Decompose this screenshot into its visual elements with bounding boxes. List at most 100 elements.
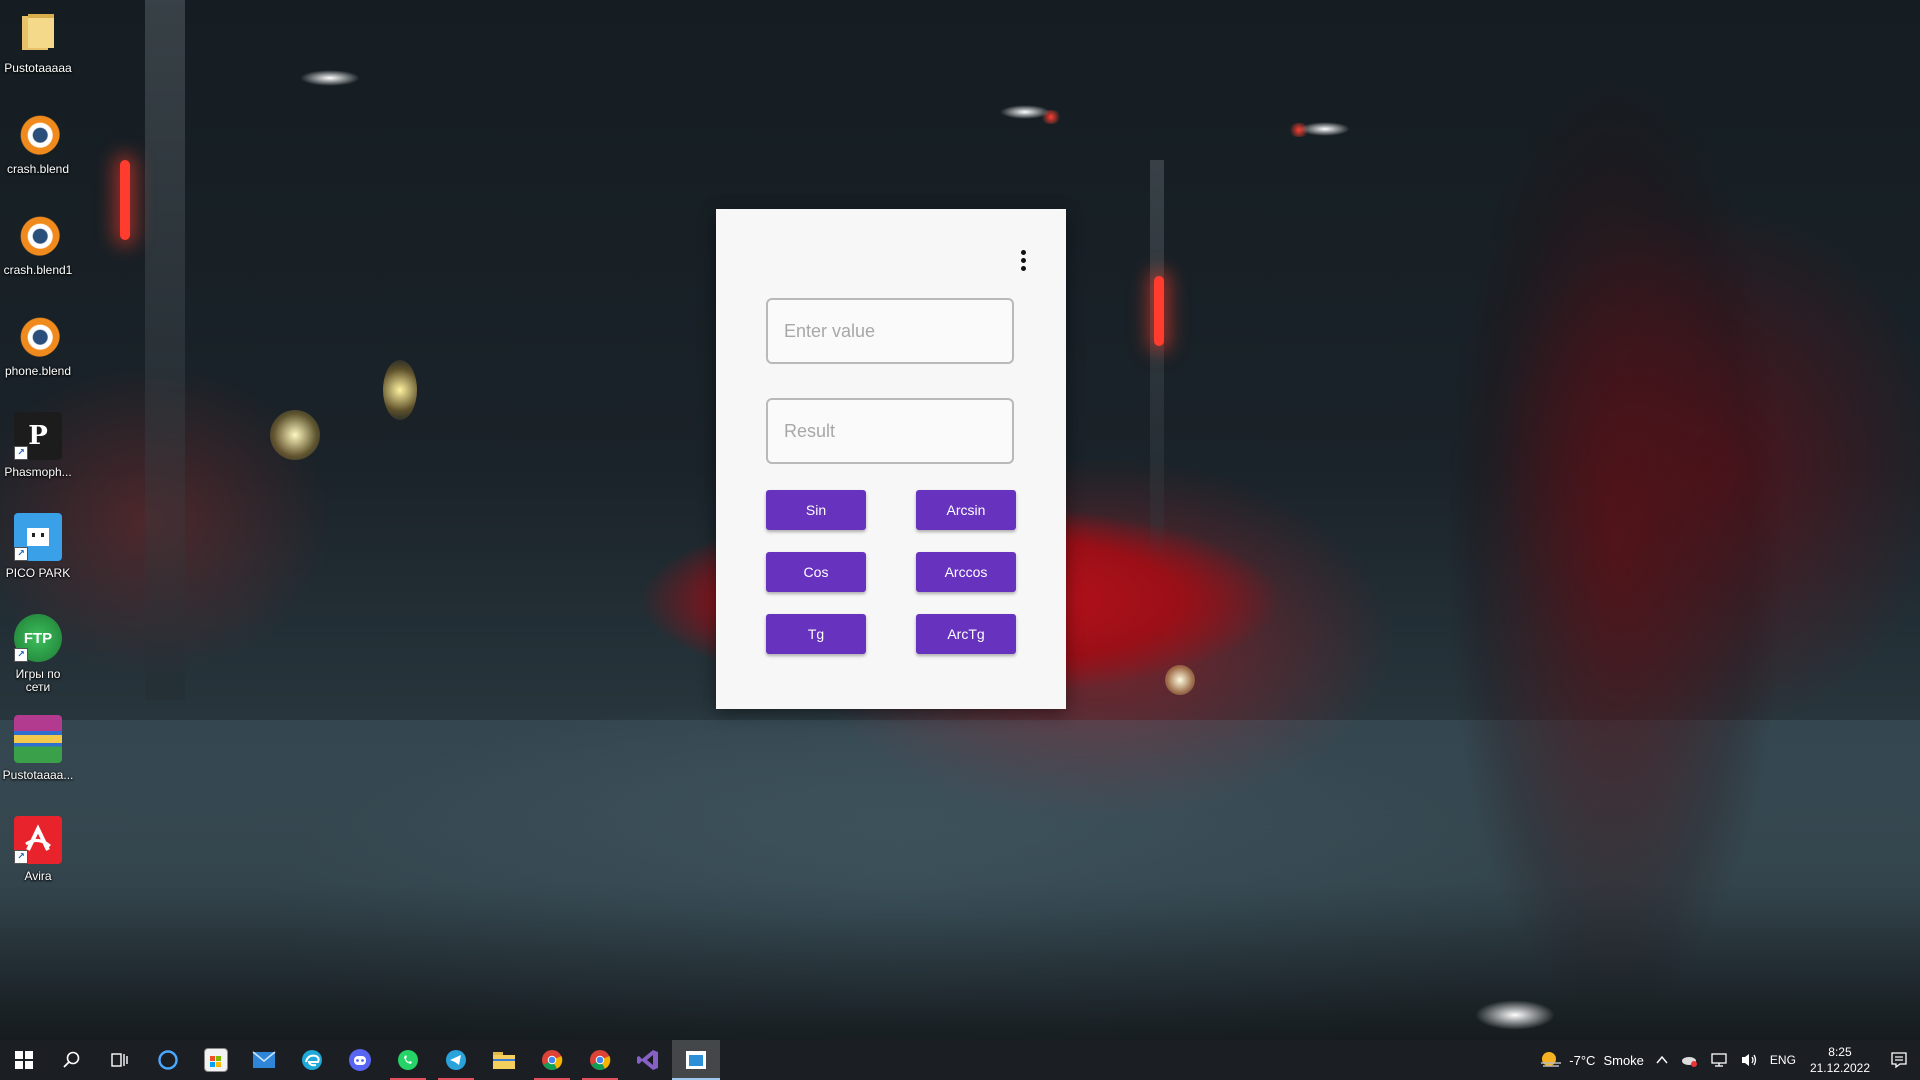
taskbar-app-store[interactable] xyxy=(192,1040,240,1080)
phasmophobia-icon: P ↗ xyxy=(14,412,62,460)
weather-sun-icon xyxy=(1541,1052,1562,1067)
discord-icon xyxy=(349,1049,371,1071)
arcsin-button[interactable]: Arcsin xyxy=(916,490,1016,530)
wallpaper-pole xyxy=(145,0,185,700)
visual-studio-icon xyxy=(637,1050,658,1070)
chevron-up-icon xyxy=(1656,1055,1668,1064)
action-center-button[interactable] xyxy=(1878,1051,1920,1069)
task-view-icon xyxy=(111,1053,128,1067)
cortana-icon xyxy=(158,1050,178,1070)
winrar-icon xyxy=(14,715,62,763)
taskbar-app-explorer[interactable] xyxy=(480,1040,528,1080)
desktop-icon-label: Pustotaaaaa xyxy=(4,61,72,75)
network-tray-button[interactable] xyxy=(1704,1052,1734,1068)
store-icon xyxy=(204,1048,228,1072)
weather-widget[interactable]: -7°C Smoke xyxy=(1533,1049,1650,1071)
clock-date: 21.12.2022 xyxy=(1809,1061,1870,1075)
cortana-button[interactable] xyxy=(144,1040,192,1080)
blender-icon xyxy=(14,311,62,359)
pico-park-icon: ↗ xyxy=(14,513,62,561)
taskbar-app-window[interactable] xyxy=(672,1040,720,1080)
more-options-icon[interactable] xyxy=(1012,245,1034,275)
notifications-icon xyxy=(1891,1052,1907,1069)
cloud-icon xyxy=(1681,1057,1697,1067)
desktop-icon-ftp[interactable]: FTP ↗ Игры по сети xyxy=(2,606,74,702)
telegram-icon xyxy=(446,1050,466,1070)
clock-time: 8:25 xyxy=(1828,1045,1852,1059)
taskbar-app-whatsapp[interactable] xyxy=(384,1040,432,1080)
desktop-icon-phasmophobia[interactable]: P ↗ Phasmoph... xyxy=(2,404,74,500)
blender-icon xyxy=(14,210,62,258)
app-window-icon xyxy=(686,1051,706,1069)
weather-condition: Smoke xyxy=(1603,1052,1644,1068)
weather-temperature: -7°C xyxy=(1569,1052,1596,1068)
network-icon xyxy=(1711,1053,1727,1067)
arctg-button[interactable]: ArcTg xyxy=(916,614,1016,654)
shortcut-arrow-icon: ↗ xyxy=(14,547,28,561)
desktop-icon-pustotaaaaa[interactable]: Pustotaaaaa xyxy=(2,0,74,96)
wallpaper-hydrant xyxy=(1450,40,1780,1040)
taskbar-app-edge[interactable] xyxy=(288,1040,336,1080)
start-button[interactable] xyxy=(0,1040,48,1080)
value-input[interactable] xyxy=(766,298,1014,364)
taskbar: -7°C Smoke ENG 8:25 21.12.2022 xyxy=(0,1040,1920,1080)
volume-tray-button[interactable] xyxy=(1734,1052,1764,1068)
edge-icon xyxy=(302,1050,322,1070)
clock[interactable]: 8:25 21.12.2022 xyxy=(1802,1044,1878,1076)
desktop-icon-crash-blend1[interactable]: crash.blend1 xyxy=(2,202,74,298)
result-field[interactable] xyxy=(766,398,1014,464)
desktop-icon-label: Avira xyxy=(24,869,52,883)
wallpaper-light xyxy=(1000,105,1050,119)
folder-icon xyxy=(14,8,62,56)
wallpaper-light xyxy=(300,70,360,86)
onedrive-tray-button[interactable] xyxy=(1674,1053,1704,1067)
search-button[interactable] xyxy=(48,1040,96,1080)
desktop-icon-winrar[interactable]: Pustotaaaa... xyxy=(2,707,74,803)
taskbar-app-mail[interactable] xyxy=(240,1040,288,1080)
language-indicator[interactable]: ENG xyxy=(1764,1053,1802,1067)
desktop-icon-label: Игры по сети xyxy=(15,667,61,694)
desktop-icon-phone-blend[interactable]: phone.blend xyxy=(2,303,74,399)
cos-button[interactable]: Cos xyxy=(766,552,866,592)
shortcut-arrow-icon: ↗ xyxy=(14,446,28,460)
wallpaper-light xyxy=(270,410,320,460)
system-tray: -7°C Smoke ENG 8:25 21.12.2022 xyxy=(1533,1040,1920,1080)
taskbar-app-visual-studio[interactable] xyxy=(624,1040,672,1080)
taskbar-app-chrome-2[interactable] xyxy=(576,1040,624,1080)
shortcut-arrow-icon: ↗ xyxy=(14,850,28,864)
desktop-icon-pico-park[interactable]: ↗ PICO PARK xyxy=(2,505,74,601)
wallpaper-light xyxy=(1300,122,1350,136)
shortcut-arrow-icon: ↗ xyxy=(14,648,28,662)
wallpaper-neon xyxy=(120,160,130,240)
search-icon xyxy=(63,1051,80,1068)
windows-icon xyxy=(15,1051,33,1069)
sin-button[interactable]: Sin xyxy=(766,490,866,530)
desktop-icon-label: Pustotaaaa... xyxy=(2,768,74,782)
chrome-icon xyxy=(590,1050,611,1070)
task-view-button[interactable] xyxy=(96,1040,144,1080)
arccos-button[interactable]: Arccos xyxy=(916,552,1016,592)
speaker-icon xyxy=(1741,1054,1757,1066)
wallpaper-light xyxy=(1165,665,1195,695)
desktop-icon-label: crash.blend xyxy=(6,162,70,176)
ftp-icon: FTP ↗ xyxy=(14,614,62,662)
taskbar-app-chrome[interactable] xyxy=(528,1040,576,1080)
whatsapp-icon xyxy=(398,1050,418,1070)
blender-icon xyxy=(14,109,62,157)
wallpaper-light xyxy=(383,360,417,420)
taskbar-app-discord[interactable] xyxy=(336,1040,384,1080)
desktop-icon-label: phone.blend xyxy=(4,364,72,378)
show-hidden-icons-button[interactable] xyxy=(1650,1055,1674,1065)
desktop-icon-avira[interactable]: ↗ Avira xyxy=(2,808,74,904)
ftp-glyph-text: FTP xyxy=(23,629,53,647)
folder-icon xyxy=(493,1052,515,1069)
tg-button[interactable]: Tg xyxy=(766,614,866,654)
trig-calculator-window: Sin Arcsin Cos Arccos Tg ArcTg xyxy=(716,209,1066,709)
desktop-icon-label: Phasmoph... xyxy=(4,465,72,479)
chrome-icon xyxy=(542,1050,563,1070)
taskbar-app-telegram[interactable] xyxy=(432,1040,480,1080)
desktop-icon-crash-blend[interactable]: crash.blend xyxy=(2,101,74,197)
wallpaper-light xyxy=(1475,1000,1555,1030)
desktop-icon-label: PICO PARK xyxy=(5,566,71,580)
desktop-icon-label: crash.blend1 xyxy=(3,263,73,277)
